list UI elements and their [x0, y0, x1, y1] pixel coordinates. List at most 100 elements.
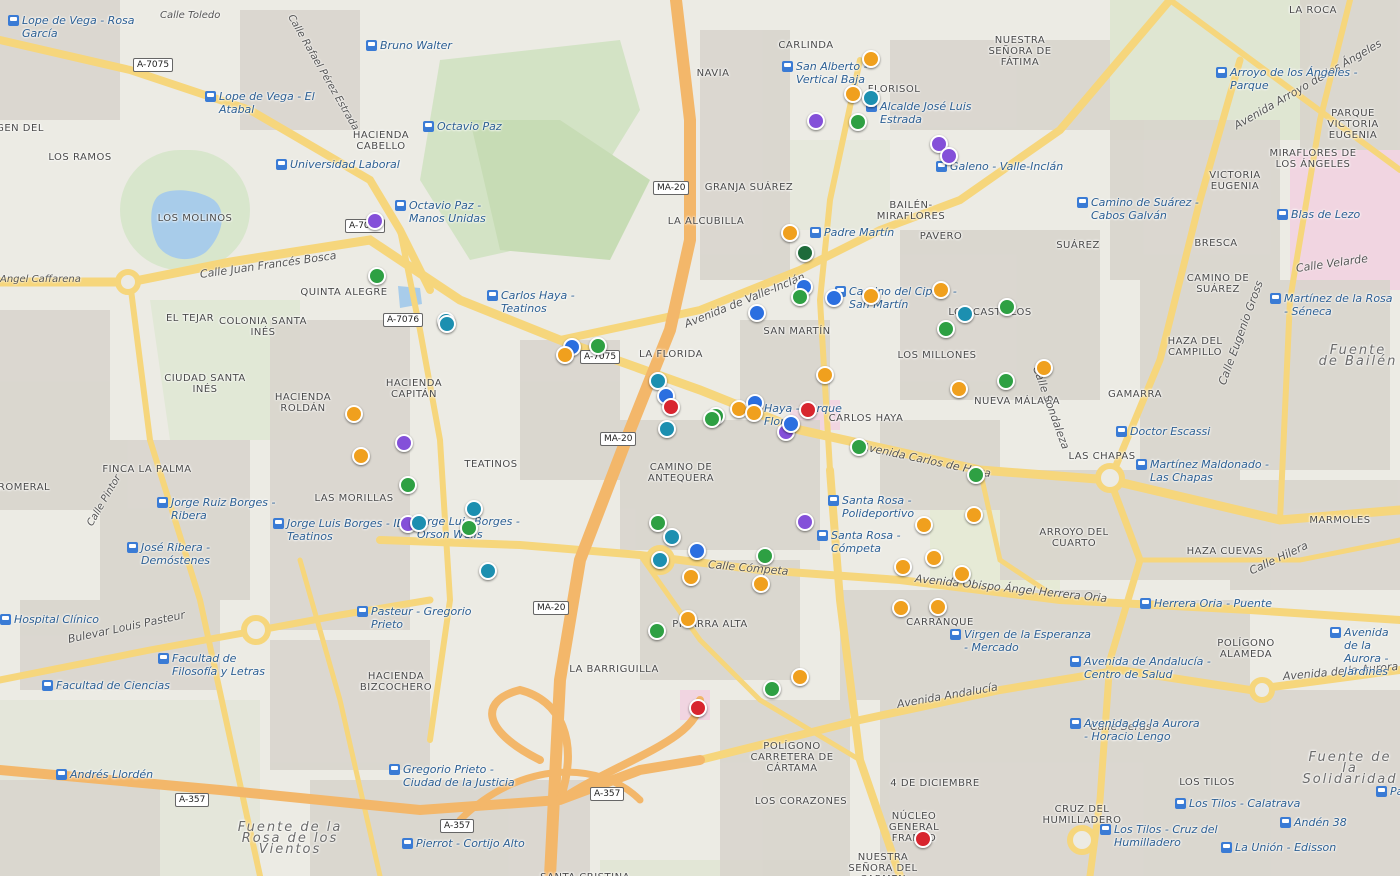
map-marker-teal[interactable] [651, 551, 669, 569]
map-marker-teal[interactable] [438, 315, 456, 333]
map-marker-green[interactable] [399, 476, 417, 494]
bus-stop-label: Pasteur - Gregorio Prieto [371, 605, 472, 631]
map-marker-green[interactable] [937, 320, 955, 338]
map-marker-orange[interactable] [965, 506, 983, 524]
bus-stop[interactable]: Lope de Vega - El Atabal [205, 90, 339, 116]
bus-stop[interactable]: Octavio Paz [423, 120, 502, 133]
map-marker-green[interactable] [368, 267, 386, 285]
map-marker-orange[interactable] [844, 85, 862, 103]
map-marker-purple[interactable] [940, 147, 958, 165]
map-marker-teal[interactable] [658, 420, 676, 438]
bus-stop[interactable]: Arroyo de los Ángeles - Parque [1216, 66, 1360, 92]
area-label: 4 DE DICIEMBRE [890, 778, 980, 789]
map-marker-orange[interactable] [1035, 359, 1053, 377]
map-marker-teal[interactable] [410, 514, 428, 532]
map-marker-green[interactable] [763, 680, 781, 698]
map-marker-orange[interactable] [682, 568, 700, 586]
map-marker-orange[interactable] [345, 405, 363, 423]
bus-stop[interactable]: Universidad Laboral [276, 158, 400, 171]
map-marker-purple[interactable] [807, 112, 825, 130]
bus-stop[interactable]: Facultad de Filosofía y Letras [158, 652, 282, 678]
bus-stop[interactable]: Gregorio Prieto - Ciudad de la Justicia [389, 763, 533, 789]
bus-stop[interactable]: Lope de Vega - Rosa García [8, 14, 142, 40]
map-canvas[interactable]: LOS RAMOS LOS MOLINOS HACIENDA CABELLO QUIN… [0, 0, 1400, 876]
map-marker-orange[interactable] [953, 565, 971, 583]
map-marker-blue[interactable] [688, 542, 706, 560]
bus-stop[interactable]: Alcalde José Luis Estrada [866, 100, 990, 126]
bus-stop[interactable]: José Ribera - Demóstenes [127, 541, 251, 567]
bus-stop[interactable]: Los Tilos - Calatrava [1175, 797, 1300, 810]
bus-stop[interactable]: Blas de Lezo [1277, 208, 1360, 221]
map-marker-orange[interactable] [816, 366, 834, 384]
map-marker-orange[interactable] [745, 404, 763, 422]
bus-stop[interactable]: Avenida de Andalucía - Centro de Salud [1070, 655, 1214, 681]
map-marker-red[interactable] [799, 401, 817, 419]
bus-stop[interactable]: Avenida de la Aurora - Jardines [1330, 626, 1400, 678]
map-marker-orange[interactable] [932, 281, 950, 299]
map-marker-green[interactable] [756, 547, 774, 565]
map-marker-orange[interactable] [862, 50, 880, 68]
map-marker-green[interactable] [849, 113, 867, 131]
bus-stop[interactable]: Hospital Clínico [0, 613, 99, 626]
map-marker-green[interactable] [850, 438, 868, 456]
bus-stop[interactable]: Facultad de Ciencias [42, 679, 170, 692]
bus-stop[interactable]: Jorge Ruiz Borges - Ribera [157, 496, 281, 522]
map-marker-green[interactable] [997, 372, 1015, 390]
map-marker-green[interactable] [460, 519, 478, 537]
map-marker-orange[interactable] [752, 575, 770, 593]
map-marker-teal[interactable] [663, 528, 681, 546]
area-label: HACIENDA CABELLO [352, 130, 410, 152]
bus-stop[interactable]: Martínez de la Rosa - Séneca [1270, 292, 1394, 318]
map-marker-teal[interactable] [862, 89, 880, 107]
map-marker-orange[interactable] [894, 558, 912, 576]
bus-stop[interactable]: Paseo [1376, 785, 1400, 798]
map-marker-blue[interactable] [782, 415, 800, 433]
map-marker-orange[interactable] [915, 516, 933, 534]
map-marker-green[interactable] [649, 514, 667, 532]
map-marker-red[interactable] [914, 830, 932, 848]
map-marker-orange[interactable] [892, 599, 910, 617]
map-marker-darkgreen[interactable] [796, 244, 814, 262]
bus-stop[interactable]: Martínez Maldonado - Las Chapas [1136, 458, 1280, 484]
map-marker-orange[interactable] [925, 549, 943, 567]
bus-stop[interactable]: Doctor Escassi [1116, 425, 1210, 438]
bus-stop[interactable]: La Unión - Edisson [1221, 841, 1336, 854]
map-marker-teal[interactable] [465, 500, 483, 518]
map-marker-red[interactable] [662, 398, 680, 416]
map-marker-green[interactable] [791, 288, 809, 306]
map-marker-orange[interactable] [679, 610, 697, 628]
map-marker-green[interactable] [703, 410, 721, 428]
map-marker-orange[interactable] [781, 224, 799, 242]
bus-stop[interactable]: Octavio Paz - Manos Unidas [395, 199, 519, 225]
map-marker-purple[interactable] [395, 434, 413, 452]
map-marker-purple[interactable] [796, 513, 814, 531]
map-marker-green[interactable] [998, 298, 1016, 316]
bus-stop[interactable]: Herrera Oria - Puente [1140, 597, 1272, 610]
map-marker-purple[interactable] [366, 212, 384, 230]
bus-stop[interactable]: Avenida de la Aurora - Horacio Lengo [1070, 717, 1204, 743]
map-marker-orange[interactable] [950, 380, 968, 398]
map-marker-orange[interactable] [791, 668, 809, 686]
map-marker-green[interactable] [648, 622, 666, 640]
map-marker-orange[interactable] [929, 598, 947, 616]
map-marker-teal[interactable] [479, 562, 497, 580]
map-marker-green[interactable] [589, 337, 607, 355]
bus-stop[interactable]: Camino de Suárez - Cabos Galván [1077, 196, 1221, 222]
map-marker-green[interactable] [967, 466, 985, 484]
map-marker-teal[interactable] [956, 305, 974, 323]
map-marker-blue[interactable] [748, 304, 766, 322]
map-marker-orange[interactable] [556, 346, 574, 364]
bus-stop[interactable]: Pasteur - Gregorio Prieto [357, 605, 481, 631]
bus-stop[interactable]: Andrés Llordén [56, 768, 153, 781]
bus-stop[interactable]: Padre Martín [810, 226, 894, 239]
bus-stop[interactable]: Pierrot - Cortijo Alto [402, 837, 525, 850]
bus-stop[interactable]: Santa Rosa - Polideportivo [828, 494, 952, 520]
map-marker-orange[interactable] [862, 287, 880, 305]
map-marker-red[interactable] [689, 699, 707, 717]
bus-stop[interactable]: Carlos Haya - Teatinos [487, 289, 611, 315]
bus-stop[interactable]: Andén 38 [1280, 816, 1347, 829]
map-marker-blue[interactable] [825, 289, 843, 307]
bus-stop[interactable]: Bruno Walter [366, 39, 452, 52]
bus-stop[interactable]: Virgen de la Esperanza - Mercado [950, 628, 1094, 654]
map-marker-orange[interactable] [352, 447, 370, 465]
